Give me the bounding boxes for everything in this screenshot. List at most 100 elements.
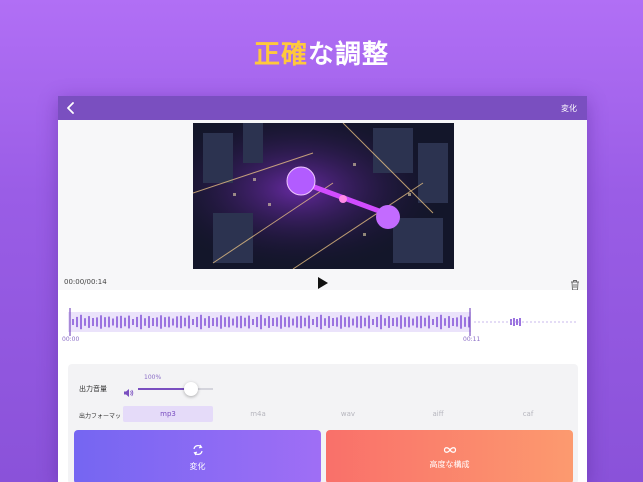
- waveform-bar: [224, 317, 226, 327]
- waveform-bar: [200, 314, 202, 330]
- waveform-bar: [328, 316, 330, 328]
- waveform-bar: [460, 315, 462, 329]
- waveform-bar: [116, 316, 118, 328]
- waveform-bar: [264, 318, 266, 326]
- volume-slider[interactable]: [138, 382, 213, 396]
- waveform-bar: [388, 316, 390, 328]
- waveform-end-time: 00:11: [463, 336, 481, 343]
- format-option-aiff[interactable]: aiff: [393, 406, 483, 422]
- waveform-bar: [376, 316, 378, 328]
- waveform-bar: [444, 318, 446, 326]
- waveform-bar: [156, 317, 158, 327]
- waveform-bar: [168, 316, 170, 328]
- waveform-bar: [172, 318, 174, 326]
- waveform-bar: [100, 315, 102, 329]
- waveform-bar: [140, 314, 142, 330]
- headline-highlight: 正確: [253, 40, 308, 70]
- headline-rest: な調整: [308, 40, 390, 70]
- waveform-bar: [452, 318, 454, 326]
- convert-top-button[interactable]: 変化: [561, 103, 577, 114]
- waveform-bar: [440, 314, 442, 330]
- volume-slider-thumb[interactable]: [183, 382, 198, 396]
- waveform-bar: [428, 315, 430, 329]
- waveform-bar: [76, 316, 78, 328]
- waveform-bar: [320, 314, 322, 330]
- waveform-bar: [176, 316, 178, 328]
- waveform-bar: [80, 314, 82, 330]
- waveform[interactable]: [58, 290, 587, 368]
- waveform-bar: [324, 318, 326, 326]
- waveform-bar: [296, 316, 298, 328]
- waveform-bar: [288, 316, 290, 328]
- convert-button-label: 変化: [189, 461, 206, 471]
- infinity-icon: [443, 446, 456, 453]
- waveform-bar: [72, 319, 74, 325]
- playback-time: 00:00/00:14: [64, 278, 107, 286]
- waveform-bar: [136, 316, 138, 328]
- waveform-bar: [284, 317, 286, 327]
- format-selector: mp3 m4a wav aiff caf: [123, 406, 573, 422]
- waveform-bar: [148, 316, 150, 328]
- app-screen: 変化 00:00/00:14 00:00 00:11 出力音量 100% 出力フ…: [58, 96, 587, 482]
- waveform-bar: [208, 316, 210, 328]
- waveform-bar: [344, 317, 346, 327]
- waveform-area[interactable]: 00:00 00:11: [58, 290, 587, 368]
- waveform-bar: [304, 317, 306, 327]
- waveform-bar: [456, 317, 458, 327]
- waveform-bar: [416, 316, 418, 328]
- waveform-bar: [196, 316, 198, 328]
- volume-percent: 100%: [144, 374, 162, 381]
- waveform-bar: [400, 315, 402, 329]
- output-settings-panel: 出力音量 100% 出力フォーマット mp3 m4a wav aiff caf …: [68, 364, 578, 482]
- waveform-bar: [432, 319, 434, 325]
- waveform-bar: [424, 317, 426, 327]
- waveform-bar: [228, 316, 230, 328]
- waveform-bar: [252, 319, 254, 325]
- advanced-settings-button[interactable]: 高度な構成: [326, 430, 573, 482]
- waveform-bar: [164, 317, 166, 327]
- waveform-bar: [436, 316, 438, 328]
- waveform-bar: [276, 317, 278, 327]
- waveform-bar: [184, 317, 186, 327]
- waveform-bar: [192, 319, 194, 325]
- waveform-bar: [408, 316, 410, 328]
- waveform-bar: [232, 318, 234, 326]
- volume-label: 出力音量: [79, 385, 107, 393]
- waveform-bar: [380, 314, 382, 330]
- format-label: 出力フォーマット: [79, 413, 128, 420]
- waveform-start-time: 00:00: [62, 336, 80, 343]
- waveform-bar: [180, 315, 182, 329]
- waveform-bar: [396, 317, 398, 327]
- waveform-bar: [216, 317, 218, 327]
- waveform-bar: [412, 318, 414, 326]
- format-option-wav[interactable]: wav: [303, 406, 393, 422]
- format-option-mp3[interactable]: mp3: [123, 406, 213, 422]
- trash-icon[interactable]: [570, 276, 580, 291]
- waveform-bar: [392, 318, 394, 326]
- waveform-bar: [268, 316, 270, 328]
- waveform-bar: [128, 315, 130, 329]
- headline: 正確な調整: [0, 34, 643, 71]
- convert-icon: [192, 444, 203, 455]
- waveform-bar: [280, 315, 282, 329]
- waveform-bar: [204, 318, 206, 326]
- waveform-bar: [88, 316, 90, 328]
- waveform-bar: [132, 319, 134, 325]
- waveform-bar: [292, 318, 294, 326]
- back-chevron-icon[interactable]: [64, 101, 78, 115]
- format-option-m4a[interactable]: m4a: [213, 406, 303, 422]
- play-icon[interactable]: [317, 275, 329, 289]
- waveform-bar: [348, 316, 350, 328]
- waveform-bar: [356, 316, 358, 328]
- waveform-bar: [308, 315, 310, 329]
- waveform-bar: [84, 318, 86, 326]
- video-preview[interactable]: [193, 123, 454, 269]
- waveform-bar: [384, 318, 386, 326]
- convert-button[interactable]: 変化: [74, 430, 321, 482]
- waveform-bar: [96, 317, 98, 327]
- waveform-bar: [336, 317, 338, 327]
- waveform-bar: [332, 318, 334, 326]
- format-option-caf[interactable]: caf: [483, 406, 573, 422]
- video-area: 00:00/00:14: [58, 120, 587, 291]
- waveform-bar: [152, 318, 154, 326]
